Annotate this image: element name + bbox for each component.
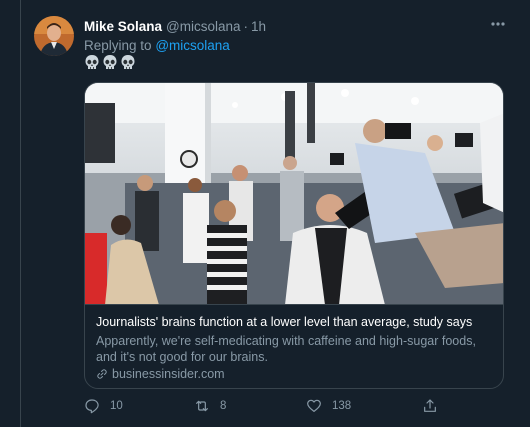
card-image[interactable]: [85, 83, 503, 305]
card-description: Apparently, we're self-medicating with c…: [96, 334, 476, 364]
retweet-button[interactable]: 8: [194, 398, 226, 414]
like-icon: [307, 399, 321, 412]
reply-count: 10: [110, 400, 123, 412]
skull-icon: [103, 55, 117, 69]
avatar[interactable]: [34, 16, 74, 56]
skull-icon: [121, 55, 135, 69]
like-button[interactable]: 138: [306, 398, 351, 414]
reply-icon: [85, 399, 99, 414]
more-button[interactable]: [486, 14, 510, 34]
share-button[interactable]: [422, 398, 438, 414]
card-title[interactable]: Journalists' brains function at a lower …: [96, 315, 472, 329]
display-name[interactable]: Mike Solana: [84, 19, 162, 34]
more-icon: [491, 22, 505, 26]
separator: ·: [243, 18, 249, 34]
replying-mention[interactable]: @micsolana: [155, 38, 229, 53]
replying-prefix: Replying to: [84, 38, 152, 53]
retweet-count: 8: [220, 400, 227, 412]
reply-button[interactable]: 10: [84, 398, 123, 414]
user-handle[interactable]: @micsolana: [166, 19, 240, 34]
card-domain: businessinsider.com: [96, 367, 225, 381]
card-domain-text: businessinsider.com: [112, 367, 225, 381]
replying-to: Replying to @micsolana: [84, 38, 230, 53]
share-icon: [424, 399, 436, 412]
like-count: 138: [332, 400, 352, 412]
timestamp[interactable]: 1h: [251, 19, 266, 34]
skull-icon: [85, 55, 99, 69]
tweet-text: [84, 54, 136, 71]
retweet-icon: [196, 400, 208, 412]
link-icon: [97, 369, 107, 379]
tweet-actions: 10 8 138: [84, 398, 444, 420]
link-card[interactable]: Journalists' brains function at a lower …: [84, 82, 504, 389]
tweet-header: Mike Solana @micsolana · 1h: [84, 16, 266, 36]
